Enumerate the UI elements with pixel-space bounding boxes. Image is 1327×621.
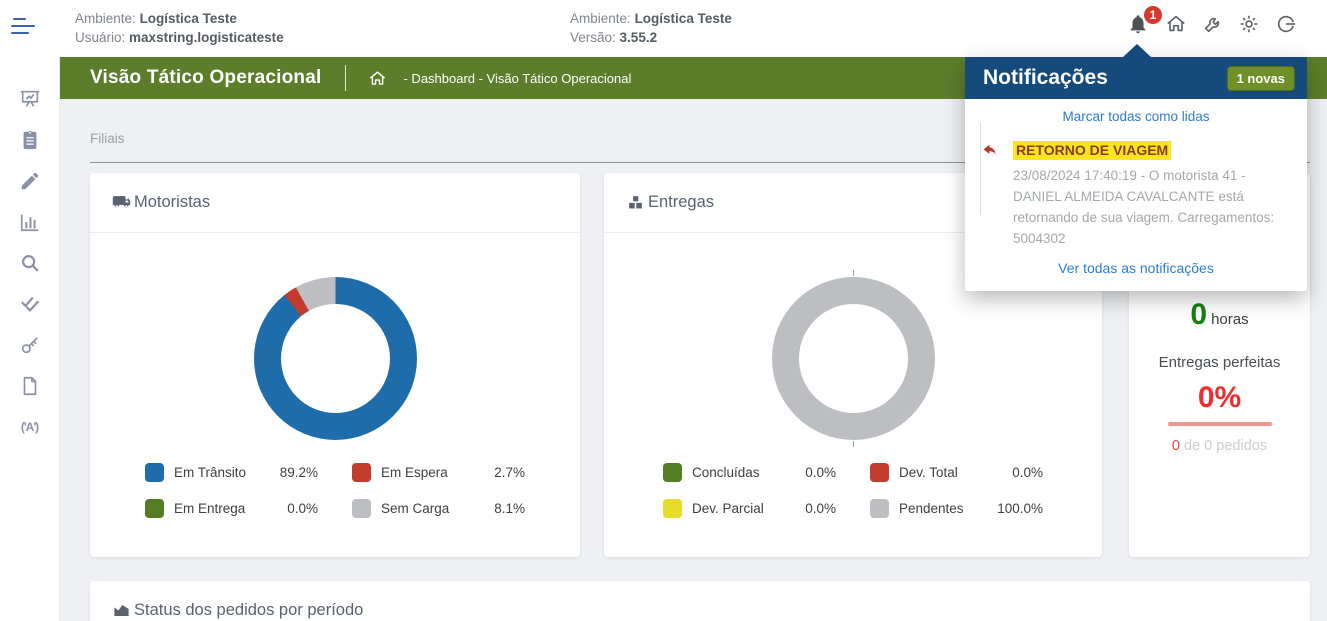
- key-icon[interactable]: [18, 334, 42, 358]
- environment-value-2: Logística Teste: [635, 11, 732, 26]
- version-value: 3.55.2: [620, 30, 658, 45]
- view-all-notifications-link[interactable]: Ver todas as notificações: [965, 249, 1307, 291]
- entregas-perfeitas-label: Entregas perfeitas: [1129, 354, 1310, 371]
- legend-item[interactable]: Em Entrega0.0%: [145, 499, 318, 518]
- motoristas-legend: Em Trânsito89.2% Em Espera2.7% Em Entrega0…: [90, 463, 580, 518]
- legend-label: Em Entrega: [174, 501, 266, 516]
- entregas-card-title: Entregas: [648, 193, 714, 212]
- sidebar: ('A'): [0, 57, 60, 621]
- notification-title[interactable]: RETORNO DE VIAGEM: [1013, 141, 1171, 160]
- motoristas-donut-chart[interactable]: [254, 277, 417, 440]
- user-label: Usuário:: [75, 30, 125, 45]
- legend-swatch: [145, 499, 164, 518]
- environment-label-2: Ambiente:: [570, 11, 631, 26]
- entregas-donut-chart[interactable]: [772, 277, 935, 440]
- logout-icon[interactable]: [1275, 13, 1297, 35]
- legend-item[interactable]: Em Espera2.7%: [352, 463, 525, 482]
- header-divider: [345, 65, 346, 91]
- pencil-icon[interactable]: [18, 170, 42, 194]
- notifications-header: Notificações 1 novas: [965, 57, 1307, 99]
- tma-number: 0: [1190, 298, 1207, 331]
- search-icon[interactable]: [18, 252, 42, 276]
- home-icon[interactable]: [1165, 13, 1187, 35]
- breadcrumb: - Dashboard - Visão Tático Operacional: [403, 71, 631, 86]
- legend-value: 0.0%: [266, 501, 318, 516]
- legend-item[interactable]: Concluídas0.0%: [663, 463, 836, 482]
- legend-swatch: [145, 463, 164, 482]
- legend-value: 8.1%: [473, 501, 525, 516]
- legend-swatch: [663, 463, 682, 482]
- document-icon[interactable]: [18, 375, 42, 399]
- tma-unit: horas: [1211, 311, 1249, 328]
- legend-value: 89.2%: [266, 465, 318, 480]
- legend-item[interactable]: Dev. Parcial0.0%: [663, 499, 836, 518]
- double-check-icon[interactable]: [18, 293, 42, 317]
- motoristas-card-header: Motoristas: [90, 173, 580, 233]
- donut-tick: [853, 441, 854, 447]
- mark-all-read-link[interactable]: Marcar todas como lidas: [965, 99, 1307, 131]
- motoristas-card: Motoristas Em Trânsito89.2% Em Espera2.7%…: [90, 173, 580, 557]
- status-pedidos-card-header: Status dos pedidos por período: [90, 581, 1310, 621]
- clipboard-icon[interactable]: [18, 129, 42, 153]
- packages-icon: [626, 193, 645, 212]
- version-label: Versão:: [570, 30, 616, 45]
- app-screen: Ambiente: Logística Teste Usuário: maxst…: [0, 0, 1327, 621]
- legend-label: Dev. Parcial: [692, 501, 784, 516]
- legend-item[interactable]: Em Trânsito89.2%: [145, 463, 318, 482]
- page-title: Visão Tático Operacional: [90, 67, 321, 89]
- legend-swatch: [352, 463, 371, 482]
- legend-swatch: [870, 463, 889, 482]
- notifications-panel: Notificações 1 novas Marcar todas como l…: [965, 57, 1307, 291]
- legend-swatch: [870, 499, 889, 518]
- entregas-perfeitas-progress-bar: [1168, 422, 1272, 426]
- legend-value: 0.0%: [991, 465, 1043, 480]
- notification-body: 23/08/2024 17:40:19 - O motorista 41 - D…: [1013, 165, 1295, 249]
- breadcrumb-home-icon[interactable]: [368, 69, 387, 88]
- truck-icon: [112, 193, 131, 212]
- notifications-title: Notificações: [983, 66, 1108, 90]
- legend-item[interactable]: Pendentes100.0%: [870, 499, 1043, 518]
- tma-value: 0horas: [1129, 298, 1310, 332]
- environment-user-info: Ambiente: Logística Teste Usuário: maxst…: [75, 9, 284, 47]
- presentation-chart-icon[interactable]: [18, 88, 42, 112]
- entregas-legend: Concluídas0.0%Dev. Total0.0%Dev. Parcial…: [604, 463, 1102, 518]
- legend-item[interactable]: Sem Carga8.1%: [352, 499, 525, 518]
- pedidos-count: 0: [1172, 438, 1180, 454]
- status-pedidos-card-title: Status dos pedidos por período: [134, 601, 363, 620]
- legend-value: 2.7%: [473, 465, 525, 480]
- user-value: maxstring.logisticateste: [129, 30, 284, 45]
- motoristas-card-title: Motoristas: [134, 193, 210, 212]
- notifications-new-badge: 1 novas: [1227, 66, 1295, 91]
- broadcast-icon[interactable]: ('A'): [18, 416, 42, 440]
- legend-swatch: [663, 499, 682, 518]
- environment-value: Logística Teste: [140, 11, 237, 26]
- bar-chart-icon[interactable]: [18, 211, 42, 235]
- notification-item[interactable]: RETORNO DE VIAGEM 23/08/2024 17:40:19 - …: [965, 141, 1295, 249]
- area-chart-icon: [112, 601, 131, 620]
- environment-label: Ambiente:: [75, 11, 136, 26]
- legend-label: Em Trânsito: [174, 465, 266, 480]
- legend-swatch: [352, 499, 371, 518]
- legend-item[interactable]: Dev. Total0.0%: [870, 463, 1043, 482]
- legend-label: Em Espera: [381, 465, 473, 480]
- status-pedidos-card: Status dos pedidos por período: [90, 581, 1310, 621]
- entregas-perfeitas-value: 0%: [1129, 381, 1310, 415]
- legend-value: 100.0%: [991, 501, 1043, 516]
- return-arrow-icon: [981, 142, 997, 158]
- legend-label: Dev. Total: [899, 465, 991, 480]
- notification-count-badge: 1: [1144, 6, 1162, 24]
- entregas-perfeitas-subtext: 0 de 0 pedidos: [1129, 438, 1310, 454]
- menu-hamburger-icon[interactable]: [11, 16, 37, 40]
- pedidos-total-text: de 0 pedidos: [1184, 438, 1267, 454]
- donut-tick: [853, 270, 854, 276]
- wrench-icon[interactable]: [1202, 13, 1224, 35]
- legend-value: 0.0%: [784, 465, 836, 480]
- gear-icon[interactable]: [1238, 13, 1260, 35]
- environment-version-info: Ambiente: Logística Teste Versão: 3.55.2: [570, 9, 732, 47]
- legend-value: 0.0%: [784, 501, 836, 516]
- legend-label: Concluídas: [692, 465, 784, 480]
- legend-label: Pendentes: [899, 501, 991, 516]
- legend-label: Sem Carga: [381, 501, 473, 516]
